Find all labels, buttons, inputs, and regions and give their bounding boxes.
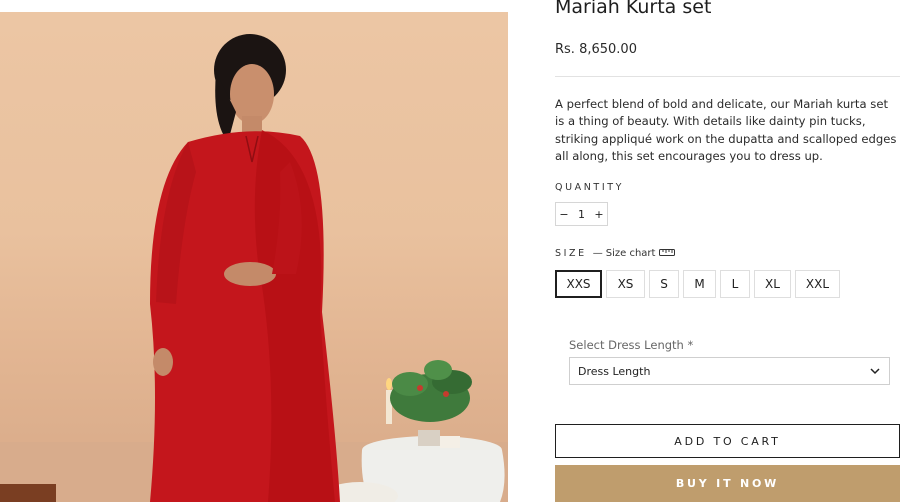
size-option-xl[interactable]: XL (754, 270, 791, 298)
dress-length-select[interactable]: Dress Length (569, 357, 890, 385)
dress-length-value: Dress Length (578, 364, 651, 378)
size-chart-dash: — (592, 248, 603, 259)
size-option-l[interactable]: L (720, 270, 750, 298)
quantity-value[interactable]: 1 (574, 208, 590, 221)
size-chart-label: Size chart (605, 248, 656, 259)
size-option-m[interactable]: M (683, 270, 716, 298)
size-option-xxs[interactable]: XXS (555, 270, 602, 298)
ruler-icon (659, 247, 676, 260)
product-title: Mariah Kurta set (555, 0, 712, 18)
product-price: Rs. 8,650.00 (555, 42, 637, 57)
size-option-xxl[interactable]: XXL (795, 270, 840, 298)
product-image[interactable] (0, 12, 508, 502)
quantity-stepper: − 1 + (555, 202, 608, 226)
add-to-cart-button[interactable]: ADD TO CART (555, 424, 900, 458)
dress-length-label: Select Dress Length * (569, 338, 694, 352)
quantity-increase-button[interactable]: + (591, 208, 607, 221)
divider (555, 76, 900, 77)
size-option-xs[interactable]: XS (606, 270, 645, 298)
product-info: Mariah Kurta set Rs. 8,650.00 A perfect … (555, 0, 900, 502)
quantity-decrease-button[interactable]: − (556, 208, 572, 221)
size-chart-link[interactable]: — Size chart (593, 247, 676, 260)
quantity-label: QUANTITY (555, 182, 625, 193)
size-options: XXS XS S M L XL XXL (555, 270, 844, 298)
size-label: SIZE (555, 248, 587, 259)
buy-it-now-button[interactable]: BUY IT NOW (555, 465, 900, 502)
size-option-s[interactable]: S (649, 270, 679, 298)
chevron-down-icon (869, 365, 881, 377)
size-row: SIZE — Size chart (555, 247, 676, 260)
product-description: A perfect blend of bold and delicate, ou… (555, 97, 897, 163)
